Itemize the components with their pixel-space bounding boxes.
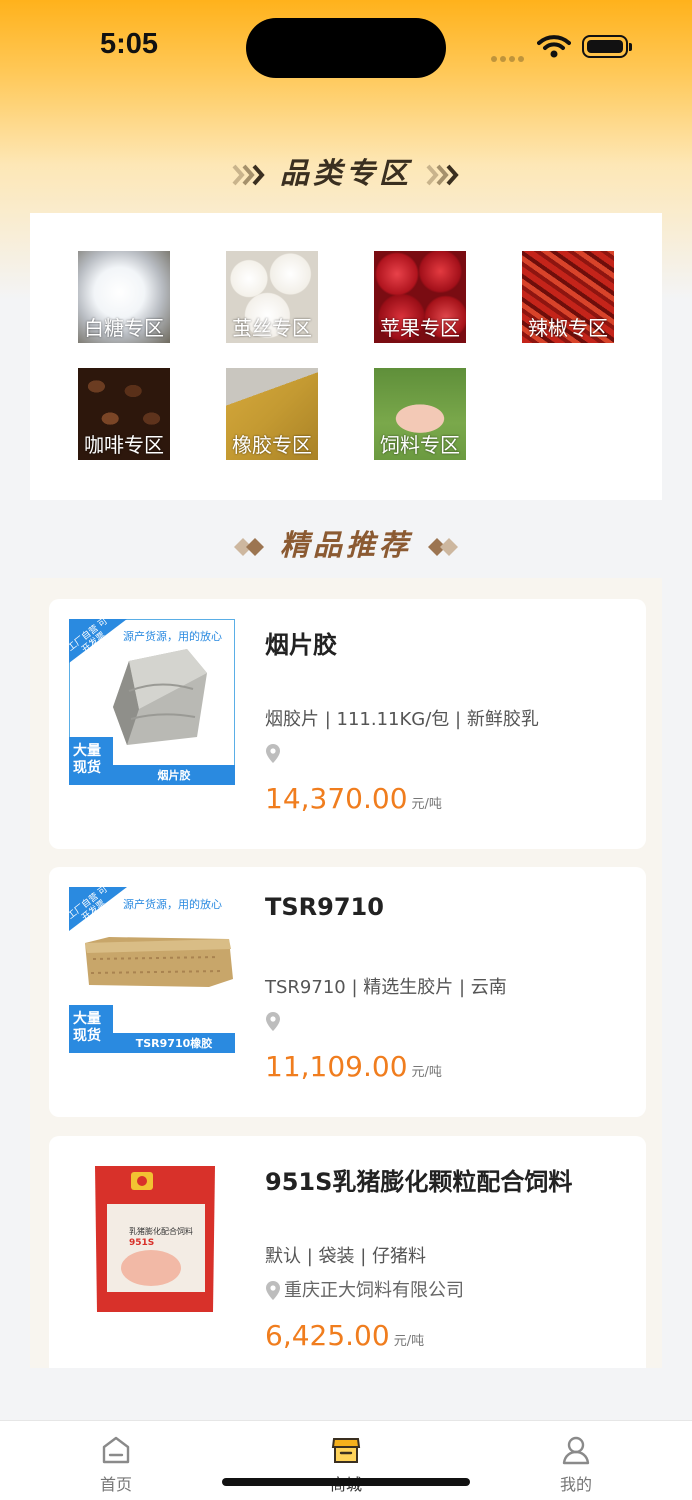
wifi-icon [537,35,571,58]
category-label: 饲料专区 [380,433,460,457]
thumb-stock-badge: 大量 现货 [73,743,101,776]
category-label: 橡胶专区 [232,433,312,457]
product-thumbnail: 乳猪膨化配合饲料 951S [69,1156,235,1322]
dynamic-island [246,18,446,78]
location-pin-icon [266,744,280,763]
category-item-apple[interactable]: 苹果专区 [374,251,466,343]
price-unit: 元/吨 [393,1334,425,1349]
product-price: 14,370.00 元/吨 [265,782,442,815]
tab-mine[interactable]: 我的 [536,1435,616,1495]
cellular-signal-icon [491,47,527,62]
product-spec: 默认 | 袋装 | 仔猪料 [265,1246,427,1267]
product-name: 烟片胶 [265,631,337,659]
category-item-feed[interactable]: 饲料专区 [374,368,466,460]
category-item-silk[interactable]: 茧丝专区 [226,251,318,343]
chevrons-right-icon [426,164,459,186]
tab-shop[interactable]: 商城 [306,1435,386,1495]
category-item-rubber[interactable]: 橡胶专区 [226,368,318,460]
price-value: 14,370.00 [265,782,408,815]
tab-label: 我的 [559,1475,592,1494]
price-value: 6,425.00 [265,1319,390,1352]
location-pin-icon [266,1281,280,1300]
recommend-list: 源产货源，用的放心 工厂自营 可开发票 大量 现货 烟片胶 烟片胶 烟胶片 | … [30,578,662,1368]
thumb-slogan: 源产货源，用的放心 [123,630,222,643]
category-title-text: 品类专区 [279,156,412,190]
product-card[interactable]: 乳猪膨化配合饲料 951S 951S乳猪膨化颗粒配合饲料 默认 | 袋装 | 仔… [49,1136,646,1368]
home-icon [102,1436,130,1464]
chevrons-right-icon [232,164,265,186]
thumb-slogan: 源产货源，用的放心 [123,898,222,911]
status-time: 5:05 [100,28,159,60]
product-name: 951S乳猪膨化颗粒配合饲料 [265,1168,573,1196]
shop-icon [331,1438,361,1463]
product-card[interactable]: 源产货源，用的放心 工厂自营 可开发票 大量 现货 TSR9710橡胶 TSR9… [49,867,646,1117]
recommend-title-text: 精品推荐 [279,528,412,562]
category-label: 咖啡专区 [84,433,164,457]
product-thumbnail: 源产货源，用的放心 工厂自营 可开发票 大量 现货 TSR9710橡胶 [66,884,235,1053]
category-section-title: 品类专区 [0,150,692,192]
category-label: 茧丝专区 [232,316,312,340]
category-label: 苹果专区 [380,316,460,340]
product-location [265,742,284,766]
bag-title: 乳猪膨化配合饲料 [129,1227,193,1236]
category-item-coffee[interactable]: 咖啡专区 [78,368,170,460]
location-text: 重庆正大饲料有限公司 [284,1280,464,1301]
battery-icon [582,35,632,58]
user-icon [562,1436,590,1465]
product-thumbnail: 源产货源，用的放心 工厂自营 可开发票 大量 现货 烟片胶 [66,616,235,785]
diamond-deco-icon [428,538,458,556]
product-spec: TSR9710 | 精选生胶片 | 云南 [265,977,507,998]
product-card[interactable]: 源产货源，用的放心 工厂自营 可开发票 大量 现货 烟片胶 烟片胶 烟胶片 | … [49,599,646,849]
product-name: TSR9710 [265,893,384,921]
product-price: 11,109.00 元/吨 [265,1050,442,1083]
product-location [265,1010,284,1034]
price-value: 11,109.00 [265,1050,408,1083]
recommend-section-title: 精品推荐 [0,522,692,564]
thumb-stock-badge: 大量 现货 [73,1011,101,1044]
category-item-sugar[interactable]: 白糖专区 [78,251,170,343]
home-indicator [222,1478,470,1486]
product-price: 6,425.00 元/吨 [265,1319,424,1352]
thumb-caption: 烟片胶 [157,769,191,782]
thumb-caption: TSR9710橡胶 [135,1037,213,1050]
category-grid: 白糖专区 茧丝专区 苹果专区 辣椒专区 咖啡专区 橡胶专区 饲料专区 [30,213,662,500]
tab-label: 首页 [99,1475,132,1494]
diamond-deco-icon [233,538,264,556]
product-location: 重庆正大饲料有限公司 [265,1279,464,1303]
tab-home[interactable]: 首页 [76,1435,156,1495]
location-pin-icon [266,1012,280,1031]
bottom-tab-bar: 首页 商城 我的 [0,1420,692,1500]
status-bar: 5:05 [0,0,692,95]
category-label: 辣椒专区 [528,316,608,340]
price-unit: 元/吨 [411,1065,442,1080]
price-unit: 元/吨 [411,797,442,812]
category-item-chili[interactable]: 辣椒专区 [522,251,614,343]
product-spec: 烟胶片 | 111.11KG/包 | 新鲜胶乳 [265,709,539,730]
bag-code: 951S [129,1238,155,1248]
category-label: 白糖专区 [84,316,164,340]
